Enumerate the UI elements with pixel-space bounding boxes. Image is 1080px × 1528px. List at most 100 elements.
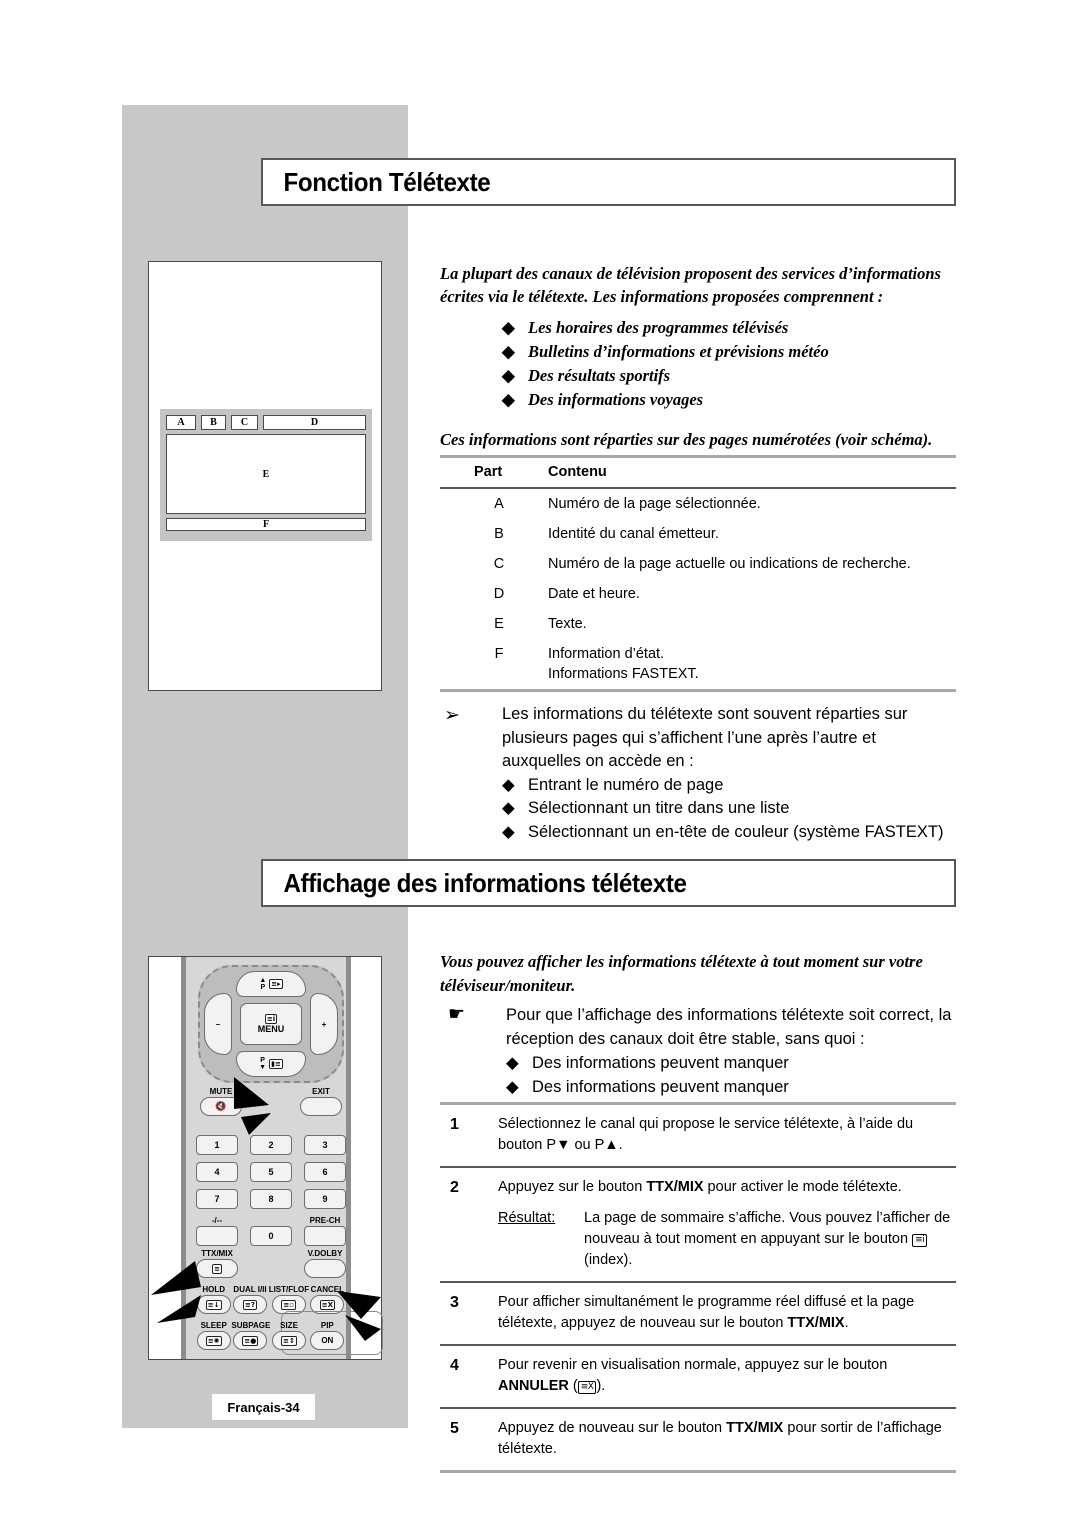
intro-bullet-text: Les horaires des programmes télévisés (528, 318, 789, 337)
numpad-row: -/-- 0 PRE-CH (196, 1216, 346, 1246)
ttxmix-cell: TTX/MIX ≡ (196, 1249, 238, 1278)
menu-button-label: MENU (257, 1023, 285, 1034)
exit-button (300, 1097, 342, 1116)
remote-control-illustration: ▲ P ≡▸ P ▼ ▮≡ – + ≡i MENU MUTE 🔇 EXIT 1 … (148, 956, 383, 1360)
table-header-row: Part Contenu (440, 458, 956, 487)
remote-numpad: 1 2 3 4 5 6 7 8 9 -/-- 0 PRE-CH (196, 1135, 346, 1246)
teletext-subpage-icon: ▮≡ (269, 1059, 283, 1069)
cell-contenu-line2: Informations FASTEXT. (548, 666, 699, 682)
step-text: Pour revenir en visualisation normale, a… (498, 1357, 888, 1394)
subpage-label: SUBPAGE (231, 1321, 271, 1330)
dpad-volume-up-button: + (310, 993, 338, 1055)
teletext-cell-c: C (231, 415, 258, 430)
diamond-bullet-icon: ◆ (506, 1078, 519, 1096)
list-item: ◆ Des informations peuvent manquer (506, 1051, 956, 1075)
mute-label: MUTE (209, 1087, 233, 1096)
vdolby-label: V.DOLBY (307, 1249, 343, 1258)
remote-dpad: ▲ P ≡▸ P ▼ ▮≡ – + ≡i MENU (198, 965, 344, 1083)
menu-button: ≡i MENU (240, 1003, 302, 1045)
numpad-row: 4 5 6 (196, 1162, 346, 1182)
display-intro: Vous pouvez afficher les informations té… (440, 952, 923, 995)
table-row: C Numéro de la page actuelle ou indicati… (440, 549, 956, 579)
table-bottom-rule (440, 689, 956, 692)
hold-button: ≡↓ (196, 1295, 231, 1314)
arrow-bullet-text: Sélectionnant un titre dans une liste (528, 799, 790, 817)
num-key-2: 2 (250, 1135, 292, 1155)
list-item: ◆ Sélectionnant un titre dans une liste (502, 797, 956, 821)
listflof-icon: ≡▫ (281, 1299, 296, 1310)
arrow-bullet-icon: ➢ (444, 704, 460, 726)
document-page: Fonction Télétexte A B C D E F La plupar… (0, 0, 1080, 1528)
step-5: 5 Appuyez de nouveau sur le bouton TTX/M… (440, 1409, 956, 1470)
prech-key-label: PRE-CH (309, 1216, 341, 1225)
cancel-icon: ≡X (319, 1299, 335, 1310)
remote-body: ▲ P ≡▸ P ▼ ▮≡ – + ≡i MENU MUTE 🔇 EXIT 1 … (181, 957, 383, 1359)
pip-cell: PIP ON (309, 1321, 346, 1350)
intro-bullet-text: Des informations voyages (528, 390, 704, 409)
teletext-icon: ≡ (212, 1263, 222, 1274)
table-row: E Texte. (440, 609, 956, 639)
subpage-cell: SUBPAGE ≡● (231, 1321, 271, 1350)
intro-note: Ces informations sont réparties sur des … (440, 430, 933, 449)
exit-label: EXIT (312, 1087, 330, 1096)
cell-part: F (494, 646, 504, 662)
arrow-note-body: Les informations du télétexte sont souve… (502, 703, 956, 844)
sleep-label: SLEEP (200, 1321, 227, 1330)
teletext-index-icon: ≡▸ (269, 979, 283, 989)
list-item: ◆ Des informations peuvent manquer (506, 1075, 956, 1099)
num-key-0: 0 (250, 1226, 292, 1246)
hold-label: HOLD (202, 1285, 226, 1294)
cell-contenu: Texte. (548, 616, 587, 632)
size-button: ≡↕ (272, 1331, 307, 1350)
vdolby-cell: V.DOLBY (304, 1249, 346, 1278)
teletext-cell-b: B (201, 415, 226, 430)
num-key-7: 7 (196, 1189, 238, 1209)
cell-contenu: Information d’état. Informations FASTEXT… (548, 644, 956, 684)
cell-contenu: Numéro de la page sélectionnée. (548, 496, 761, 512)
step-text: Pour afficher simultanément le programme… (498, 1294, 915, 1331)
column-header-contenu: Contenu (548, 464, 607, 480)
hold-cell: HOLD ≡↓ (196, 1285, 231, 1314)
intro-block: La plupart des canaux de télévision prop… (440, 262, 956, 451)
step-1: 1 Sélectionnez le canal qui propose le s… (440, 1105, 956, 1166)
cell-part: E (494, 616, 504, 632)
size-cell: SIZE ≡↕ (269, 1321, 308, 1350)
num-key-6: 6 (304, 1162, 346, 1182)
step-number: 2 (450, 1179, 459, 1196)
cell-part: C (493, 556, 505, 572)
num-key-5: 5 (250, 1162, 292, 1182)
teletext-cell-d: D (263, 415, 366, 430)
cancel-cell: CANCEL ≡X (309, 1285, 346, 1314)
remote-ttx-dolby-row: TTX/MIX ≡ V.DOLBY (196, 1249, 346, 1278)
step-text: Sélectionnez le canal qui propose le ser… (498, 1116, 914, 1153)
cell-contenu: Numéro de la page actuelle ou indication… (548, 556, 911, 572)
section-heading-fonction-teletexte: Fonction Télétexte (261, 158, 956, 206)
diamond-bullet-icon: ◆ (502, 775, 515, 794)
remote-fn-row-3: SLEEP ≡✺ SUBPAGE ≡● SIZE ≡↕ PIP ON (196, 1321, 346, 1350)
cell-part: D (493, 586, 505, 602)
dual-label: DUAL I/II (233, 1285, 267, 1294)
arrow-bullet-text: Entrant le numéro de page (528, 775, 724, 794)
dpad-down-button: P ▼ ▮≡ (236, 1051, 306, 1077)
hand-bullet-text: Des informations peuvent manquer (532, 1054, 789, 1072)
table-row: B Identité du canal émetteur. (440, 519, 956, 549)
cancel-label: CANCEL (310, 1285, 345, 1294)
hand-note-text: Pour que l’affichage des informations té… (506, 1006, 952, 1048)
dual-button: ≡? (233, 1295, 268, 1314)
ttxmix-button: ≡ (196, 1259, 238, 1278)
steps-bottom-rule (440, 1470, 956, 1473)
arrow-note-block: ➢ Les informations du télétexte sont sou… (440, 703, 956, 844)
diamond-bullet-icon: ◆ (502, 390, 515, 409)
menu-icon: ≡i (264, 1013, 278, 1024)
pointing-hand-icon: ☛ (448, 1004, 466, 1025)
diamond-bullet-icon: ◆ (506, 1054, 519, 1072)
step-4: 4 Pour revenir en visualisation normale,… (440, 1346, 956, 1407)
intro-bullet-list: ◆ Les horaires des programmes télévisés ◆… (440, 316, 956, 412)
num-key-4: 4 (196, 1162, 238, 1182)
arrow-bullet-text: Sélectionnant un en-tête de couleur (sys… (528, 822, 944, 841)
step-number: 5 (450, 1420, 459, 1437)
list-item: ◆ Les horaires des programmes télévisés (440, 316, 956, 340)
sleep-button: ≡✺ (196, 1331, 231, 1350)
list-item: ◆ Bulletins d’informations et prévisions … (440, 340, 956, 364)
listflof-label: LIST/FLOF (268, 1285, 310, 1294)
